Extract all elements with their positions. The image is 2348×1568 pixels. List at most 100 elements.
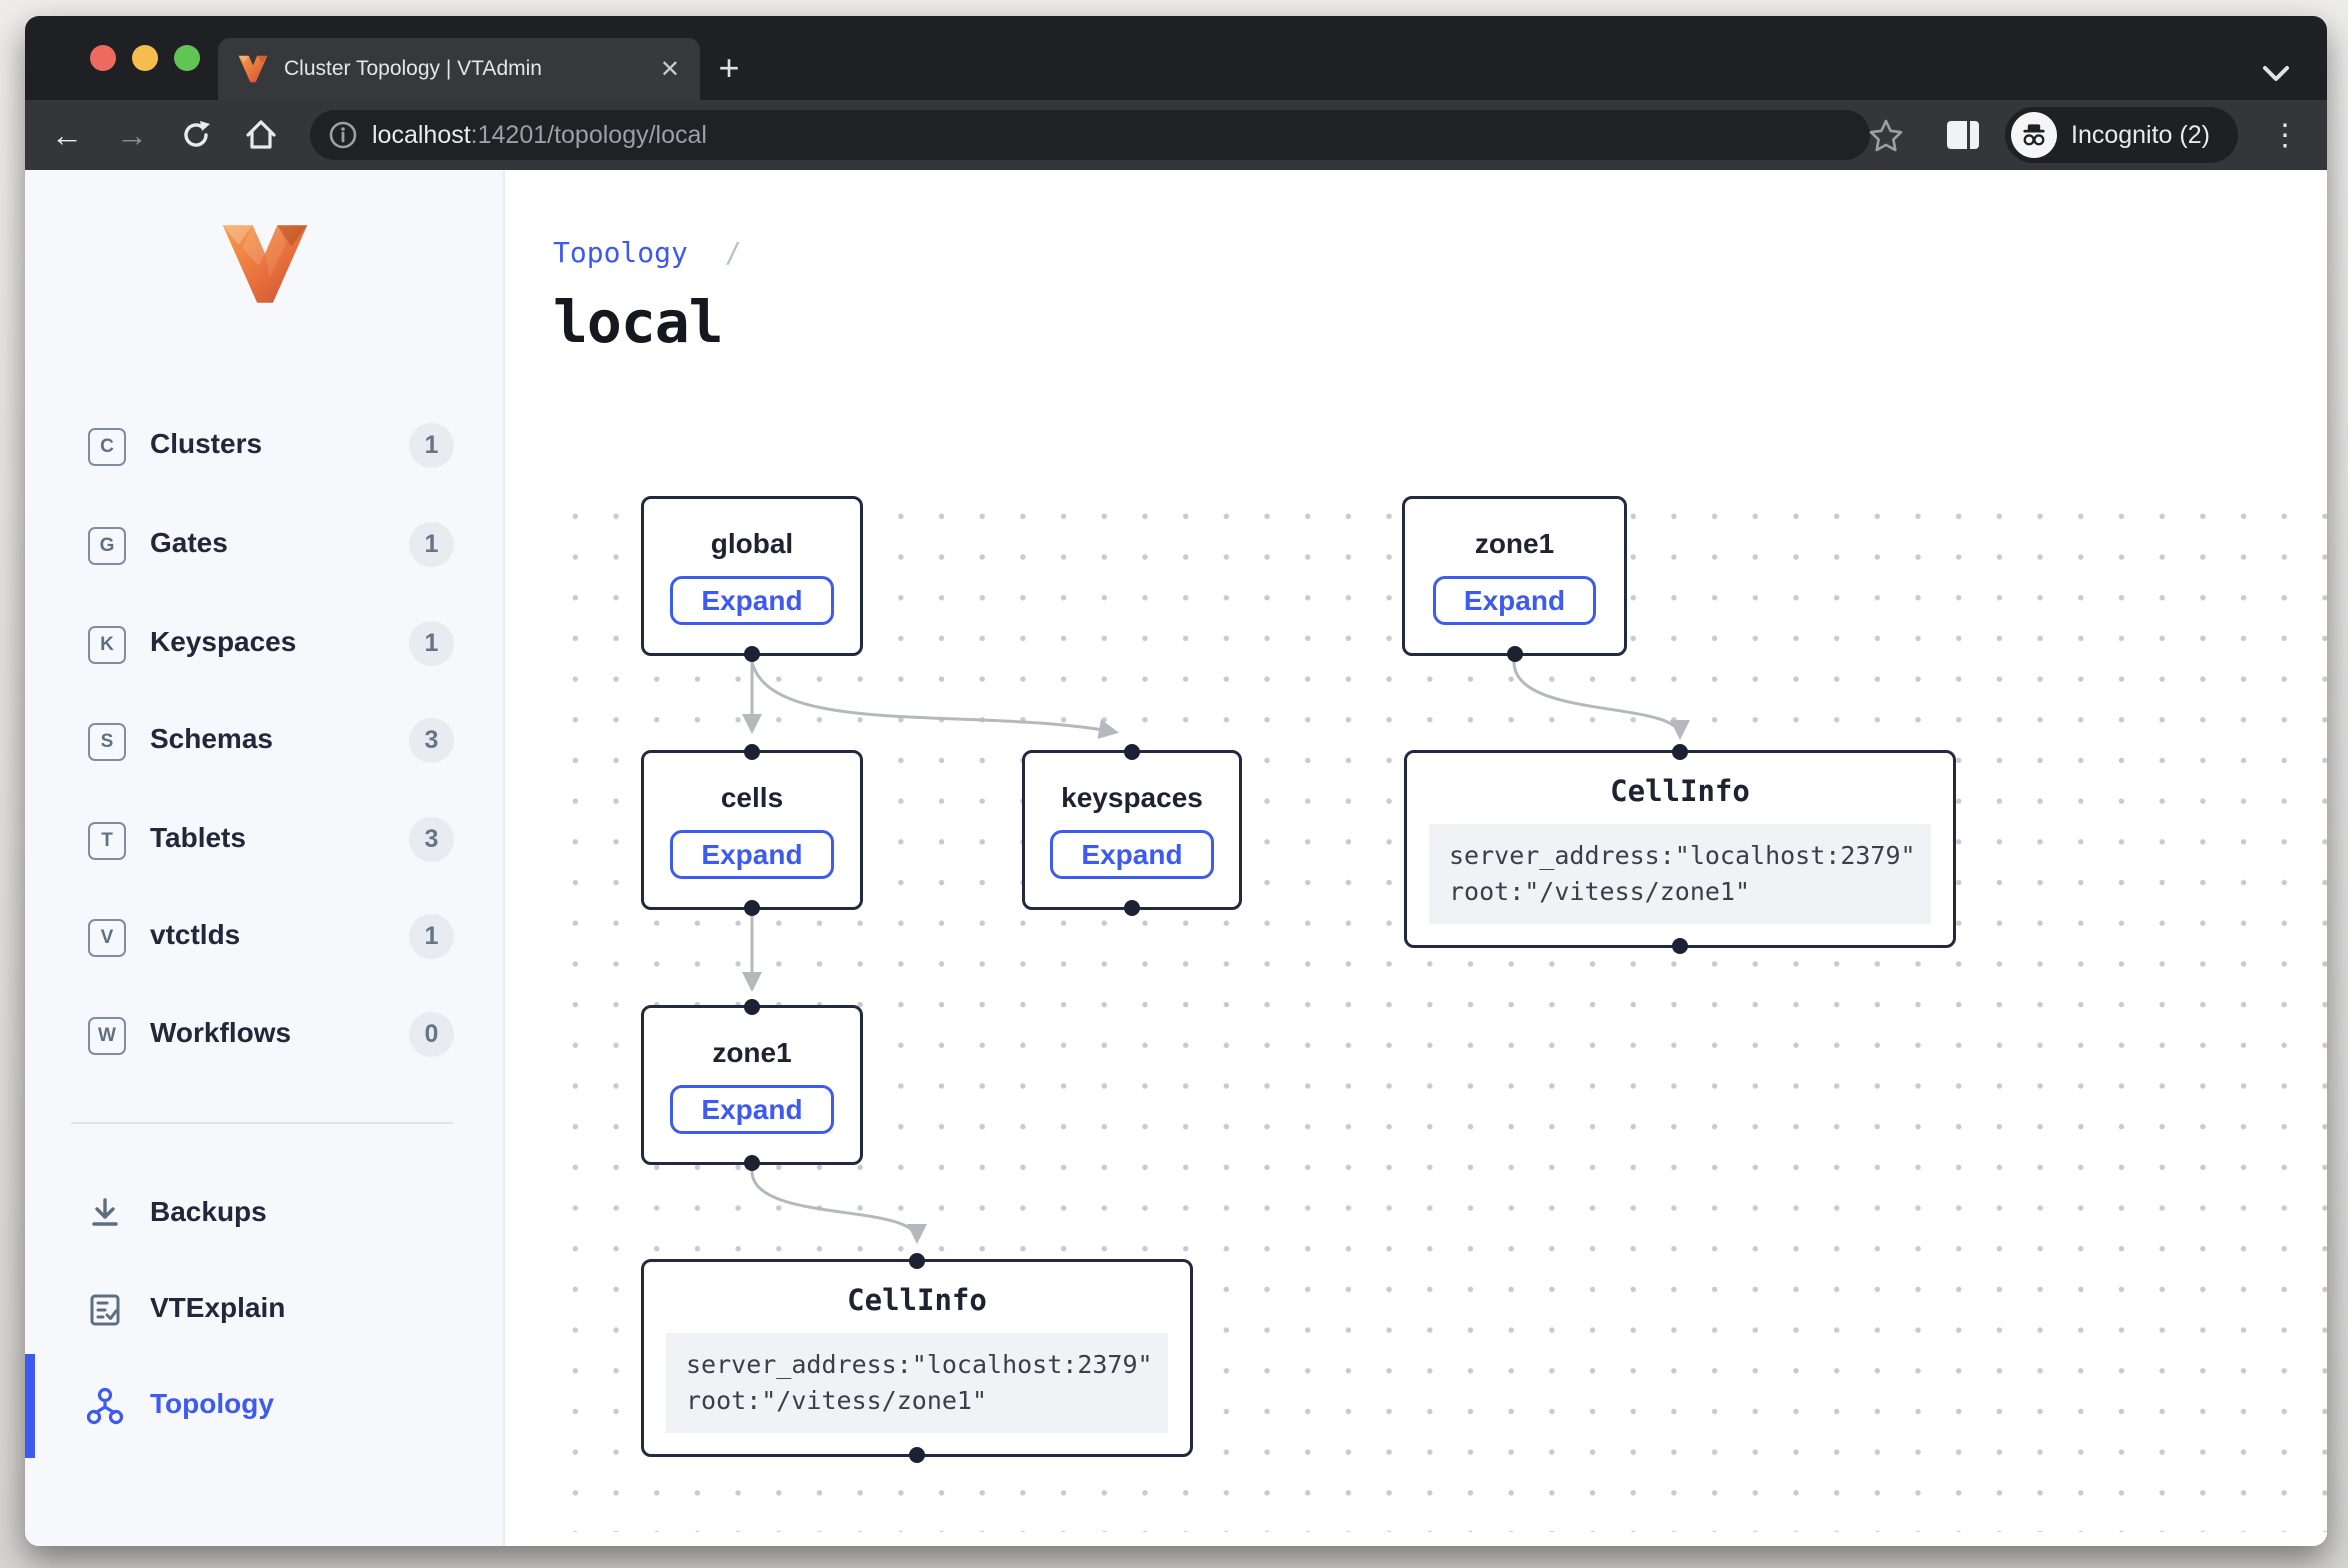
new-tab-button[interactable]: +	[709, 49, 749, 89]
count-badge: 1	[409, 522, 454, 567]
clusters-letter-icon: C	[88, 428, 126, 466]
expand-button[interactable]: Expand	[1433, 576, 1596, 625]
incognito-avatar	[2011, 112, 2057, 158]
sidebar-item-label: Workflows	[150, 1017, 291, 1049]
incognito-label: Incognito (2)	[2071, 121, 2210, 150]
node-cells: cells Expand	[641, 750, 863, 910]
sidebar-item-label: Keyspaces	[150, 626, 296, 658]
home-icon	[243, 117, 279, 153]
code-line: root:"/vitess/zone1"	[1449, 877, 1750, 906]
port-dot	[744, 646, 760, 662]
browser-menu-icon[interactable]: ⋮	[2265, 100, 2305, 170]
topology-graph-canvas[interactable]: global Expand zone1 Expand cells Expand	[553, 480, 2327, 1532]
sidebar-item-label: Tablets	[150, 822, 246, 854]
breadcrumb: Topology /	[553, 236, 742, 269]
node-label: zone1	[712, 1037, 791, 1069]
sidebar-item-workflows[interactable]: W Workflows 0	[25, 1003, 503, 1067]
expand-button[interactable]: Expand	[1050, 830, 1213, 879]
reload-icon	[179, 118, 213, 152]
port-dot	[1124, 744, 1140, 760]
tablets-letter-icon: T	[88, 822, 126, 860]
keyspaces-letter-icon: K	[88, 626, 126, 664]
node-global: global Expand	[641, 496, 863, 656]
close-window-button[interactable]	[90, 45, 116, 71]
port-dot	[744, 1155, 760, 1171]
schemas-letter-icon: S	[88, 723, 126, 761]
sidebar-item-keyspaces[interactable]: K Keyspaces 1	[25, 612, 503, 676]
sidebar-item-label: Schemas	[150, 723, 273, 755]
expand-button[interactable]: Expand	[670, 576, 833, 625]
expand-button[interactable]: Expand	[670, 1085, 833, 1134]
node-cellinfo-cells-zone1: CellInfo server_address:"localhost:2379"…	[641, 1259, 1193, 1457]
count-badge: 1	[409, 621, 454, 666]
sidebar-item-label: Clusters	[150, 428, 262, 460]
active-item-indicator	[25, 1354, 35, 1458]
document-check-icon	[85, 1290, 125, 1330]
page-title: local	[553, 288, 723, 356]
sidebar-item-tablets[interactable]: T Tablets 3	[25, 808, 503, 872]
node-zone1-root: zone1 Expand	[1402, 496, 1627, 656]
back-button[interactable]: ←	[42, 100, 92, 170]
sidebar-item-clusters[interactable]: C Clusters 1	[25, 414, 503, 478]
sidebar-item-vtctlds[interactable]: V vtctlds 1	[25, 905, 503, 969]
site-info-icon[interactable]	[328, 120, 358, 150]
sidebar-item-backups[interactable]: Backups	[25, 1182, 503, 1246]
sidebar-item-label: Topology	[150, 1388, 274, 1420]
port-dot	[744, 999, 760, 1015]
sidebar-item-label: vtctlds	[150, 919, 240, 951]
browser-window: Cluster Topology | VTAdmin ✕ + ← →	[25, 16, 2327, 1546]
url-path: :14201/topology/local	[471, 121, 707, 149]
node-zone1-cell: zone1 Expand	[641, 1005, 863, 1165]
reload-button[interactable]	[171, 100, 221, 170]
count-badge: 0	[409, 1012, 454, 1057]
minimize-window-button[interactable]	[132, 45, 158, 71]
count-badge: 3	[409, 718, 454, 763]
node-keyspaces: keyspaces Expand	[1022, 750, 1242, 910]
bookmark-star-icon[interactable]	[1867, 117, 1905, 155]
browser-tab[interactable]: Cluster Topology | VTAdmin ✕	[218, 38, 700, 100]
gates-letter-icon: G	[88, 527, 126, 565]
sidebar-item-vtexplain[interactable]: VTExplain	[25, 1278, 503, 1342]
side-panel-icon[interactable]	[1947, 121, 1979, 149]
zoom-window-button[interactable]	[174, 45, 200, 71]
sidebar: C Clusters 1 G Gates 1 K Keyspaces 1 S S…	[25, 170, 505, 1546]
sidebar-item-schemas[interactable]: S Schemas 3	[25, 709, 503, 773]
page-content: C Clusters 1 G Gates 1 K Keyspaces 1 S S…	[25, 170, 2327, 1546]
cellinfo-code: server_address:"localhost:2379" root:"/v…	[666, 1333, 1168, 1434]
port-dot	[909, 1253, 925, 1269]
sidebar-divider	[71, 1122, 453, 1124]
vitess-logo	[221, 220, 309, 308]
node-label: CellInfo	[847, 1283, 987, 1317]
count-badge: 1	[409, 423, 454, 468]
cellinfo-code: server_address:"localhost:2379" root:"/v…	[1429, 824, 1931, 925]
expand-button[interactable]: Expand	[670, 830, 833, 879]
node-cellinfo-zone1: CellInfo server_address:"localhost:2379"…	[1404, 750, 1956, 948]
tab-search-chevron-icon[interactable]	[2261, 64, 2291, 84]
home-button[interactable]	[236, 100, 286, 170]
tab-close-icon[interactable]: ✕	[660, 55, 680, 84]
port-dot	[744, 744, 760, 760]
incognito-badge[interactable]: Incognito (2)	[2005, 107, 2238, 163]
node-label: zone1	[1475, 528, 1554, 560]
node-label: cells	[721, 782, 783, 814]
url-text: localhost:14201/topology/local	[372, 121, 707, 150]
breadcrumb-topology-link[interactable]: Topology	[553, 236, 688, 269]
workflows-letter-icon: W	[88, 1017, 126, 1055]
sidebar-item-gates[interactable]: G Gates 1	[25, 513, 503, 577]
download-icon	[85, 1194, 125, 1234]
address-bar[interactable]: localhost:14201/topology/local	[310, 110, 1870, 160]
node-label: global	[711, 528, 793, 560]
sidebar-item-label: VTExplain	[150, 1292, 285, 1324]
port-dot	[1672, 938, 1688, 954]
main-panel: Topology / local	[505, 170, 2327, 1546]
forward-button[interactable]: →	[107, 100, 157, 170]
port-dot	[744, 900, 760, 916]
code-line: root:"/vitess/zone1"	[686, 1386, 987, 1415]
port-dot	[1124, 900, 1140, 916]
port-dot	[1672, 744, 1688, 760]
sidebar-item-topology[interactable]: Topology	[25, 1374, 503, 1438]
incognito-icon	[2019, 120, 2049, 150]
count-badge: 3	[409, 817, 454, 862]
code-line: server_address:"localhost:2379"	[1449, 841, 1916, 870]
port-dot	[909, 1447, 925, 1463]
